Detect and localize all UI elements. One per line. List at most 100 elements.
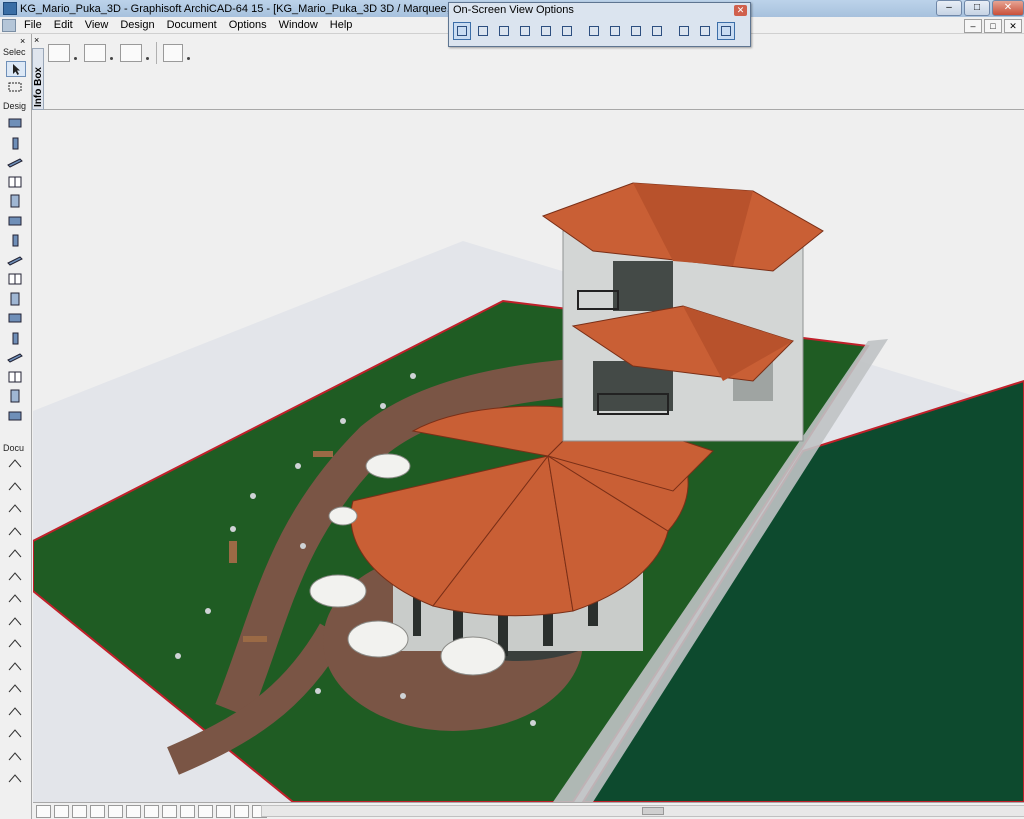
previous-view-icon[interactable] <box>126 804 141 818</box>
object-tool-icon[interactable] <box>6 370 26 386</box>
orbit-icon[interactable] <box>108 804 123 818</box>
hatch-icon-glyph <box>499 26 509 36</box>
menu-document[interactable]: Document <box>161 19 223 31</box>
navigator-icon[interactable] <box>162 804 177 818</box>
door-tool-icon[interactable] <box>6 194 26 210</box>
archicad-app-icon[interactable] <box>3 2 17 15</box>
trace-icon[interactable] <box>648 22 666 40</box>
zoom-box-icon[interactable] <box>234 804 249 818</box>
text-size-icon[interactable] <box>606 22 624 40</box>
zone-tool-icon[interactable] <box>6 331 26 347</box>
selection-method-icon[interactable] <box>48 44 77 62</box>
palette-close-button[interactable]: ✕ <box>734 5 747 16</box>
arrow-tool-icon[interactable] <box>6 61 26 77</box>
hotspot-tool-icon[interactable] <box>6 660 26 676</box>
text-tool-icon[interactable] <box>6 502 26 518</box>
shell-tool-icon[interactable] <box>6 253 26 269</box>
marquee-mode-icon[interactable] <box>120 44 149 62</box>
marquee-shape-icon[interactable] <box>84 44 113 62</box>
section-tool-icon[interactable] <box>6 727 26 743</box>
close-button[interactable]: ✕ <box>992 0 1024 16</box>
slab-tool-icon[interactable] <box>6 292 26 308</box>
line-tool-icon[interactable] <box>6 570 26 586</box>
window-title: KG_Mario_Puka_3D - Graphisoft ArchiCAD-6… <box>20 2 505 15</box>
mesh-tool-icon[interactable] <box>6 311 26 327</box>
dimension-tool-icon[interactable] <box>6 457 26 473</box>
fill-icon[interactable] <box>537 22 555 40</box>
scroll-thumb[interactable] <box>642 807 664 815</box>
shading-icon[interactable] <box>558 22 576 40</box>
section-marker-icon[interactable] <box>516 22 534 40</box>
text-size-icon-glyph <box>610 26 620 36</box>
document-icon[interactable] <box>2 18 16 32</box>
doc-restore-button[interactable]: □ <box>984 19 1002 33</box>
navigation-bar <box>33 802 1024 819</box>
selection-3d-icon[interactable] <box>717 22 735 40</box>
select-section-label: Selec <box>3 47 26 57</box>
lamp-tool-icon[interactable] <box>6 389 26 405</box>
curtain-wall-tool-icon[interactable] <box>6 350 26 366</box>
info-box-tab[interactable]: Info Box <box>32 48 44 110</box>
walk-icon[interactable] <box>180 804 195 818</box>
model-view-icon[interactable] <box>453 22 471 40</box>
toolbox-close-icon[interactable]: × <box>20 36 25 46</box>
wall-tool-icon[interactable] <box>6 116 26 132</box>
figure-tool-icon[interactable] <box>6 682 26 698</box>
menu-help[interactable]: Help <box>324 19 359 31</box>
sun-icon-glyph <box>700 26 710 36</box>
horizontal-scrollbar[interactable] <box>261 805 1024 817</box>
morph-tool-icon[interactable] <box>6 409 26 425</box>
doc-minimize-button[interactable]: – <box>964 19 982 33</box>
menu-view[interactable]: View <box>79 19 115 31</box>
render-icon-glyph <box>679 26 689 36</box>
toolbox: × Selec Desig Docu <box>0 34 32 819</box>
skylight-tool-icon[interactable] <box>6 272 26 288</box>
document-section-label: Docu <box>3 443 25 453</box>
menu-edit[interactable]: Edit <box>48 19 79 31</box>
arrow-pointer-icon[interactable] <box>163 44 190 62</box>
on-screen-view-options-palette: On-Screen View Options ✕ <box>448 2 751 47</box>
fit-icon[interactable] <box>627 22 645 40</box>
render-icon[interactable] <box>675 22 693 40</box>
zone-icon[interactable] <box>585 22 603 40</box>
zoom-in-icon[interactable] <box>36 804 51 818</box>
cut-plane-icon[interactable] <box>474 22 492 40</box>
detail-tool-icon[interactable] <box>6 772 26 788</box>
zoom-icon[interactable] <box>198 804 213 818</box>
next-view-icon[interactable] <box>144 804 159 818</box>
selection-3d-icon-glyph <box>721 26 731 36</box>
minimize-button[interactable]: – <box>936 0 962 16</box>
menu-options[interactable]: Options <box>223 19 273 31</box>
camera-tool-icon[interactable] <box>6 705 26 721</box>
fill-tool-icon[interactable] <box>6 547 26 563</box>
label-tool-icon[interactable] <box>6 525 26 541</box>
palette-title: On-Screen View Options <box>453 4 574 16</box>
polyline-tool-icon[interactable] <box>6 615 26 631</box>
menu-file[interactable]: File <box>18 19 48 31</box>
maximize-button[interactable]: □ <box>964 0 990 16</box>
roof-tool-icon[interactable] <box>6 233 26 249</box>
zoom-out-icon[interactable] <box>54 804 69 818</box>
fit-window-icon[interactable] <box>72 804 87 818</box>
window-tool-icon[interactable] <box>6 175 26 191</box>
info-box-divider <box>156 42 157 64</box>
info-box-close-icon[interactable]: × <box>34 36 43 45</box>
doc-close-button[interactable]: ✕ <box>1004 19 1022 33</box>
menu-design[interactable]: Design <box>114 19 160 31</box>
spline-tool-icon[interactable] <box>6 637 26 653</box>
beam-tool-icon[interactable] <box>6 155 26 171</box>
3d-viewport[interactable] <box>33 111 1024 802</box>
info-box-tab-label: Info Box <box>33 67 44 107</box>
stair-tool-icon[interactable] <box>6 214 26 230</box>
hatch-icon[interactable] <box>495 22 513 40</box>
level-dimension-icon[interactable] <box>6 480 26 496</box>
menu-window[interactable]: Window <box>273 19 324 31</box>
circle-tool-icon[interactable] <box>6 592 26 608</box>
fit-icon-glyph <box>631 26 641 36</box>
sun-icon[interactable] <box>696 22 714 40</box>
pan-icon[interactable] <box>90 804 105 818</box>
marquee-tool-icon[interactable] <box>6 80 26 96</box>
pointer-icon[interactable] <box>216 804 231 818</box>
elevation-tool-icon[interactable] <box>6 750 26 766</box>
column-tool-icon[interactable] <box>6 136 26 152</box>
